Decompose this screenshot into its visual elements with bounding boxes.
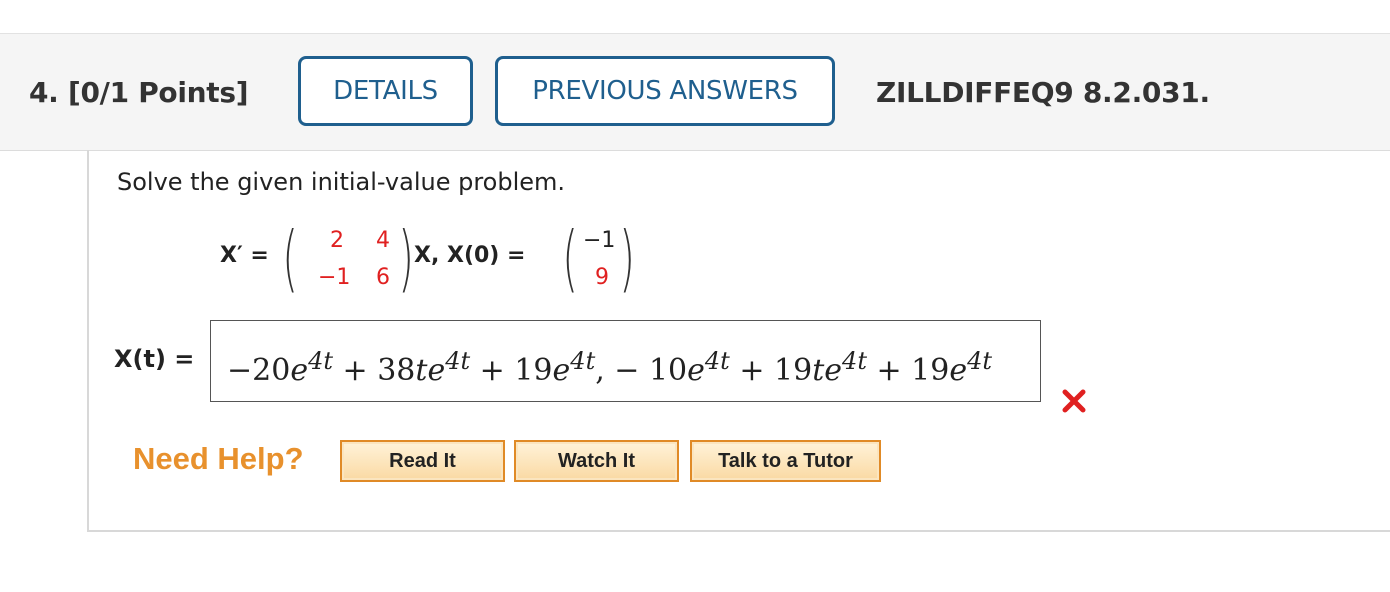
problem-instruction: Solve the given initial-value problem. — [117, 168, 566, 196]
matrix-entry: 4 — [376, 228, 390, 253]
equation-lhs: X′ = — [220, 243, 269, 268]
matrix-entry: 2 — [330, 228, 344, 253]
answer-value: −20e4t + 38te4t + 19e4t, − 10e4t + 19te4… — [227, 346, 993, 388]
answer-label-text: X(t) = — [114, 345, 195, 373]
need-help-label: Need Help? — [133, 441, 304, 476]
exponent: 4t — [704, 346, 730, 375]
matrix-right-paren-icon: ) — [398, 216, 414, 300]
previous-answers-button[interactable]: PREVIOUS ANSWERS — [495, 56, 835, 126]
vector-left-paren-icon: ( — [562, 216, 578, 300]
exponent: 4t — [842, 346, 867, 375]
vector-entry: −1 — [583, 228, 616, 253]
details-button[interactable]: DETAILS — [298, 56, 473, 126]
matrix-entry: −1 — [318, 265, 351, 290]
equation-mid: X, X(0) = — [414, 243, 526, 268]
exponent: 4t — [967, 346, 993, 375]
answer-label: X(t) = — [114, 345, 194, 373]
vector-right-paren-icon: ) — [619, 216, 635, 300]
talk-to-tutor-button[interactable]: Talk to a Tutor — [690, 440, 881, 482]
read-it-button[interactable]: Read It — [340, 440, 505, 482]
exponent: 4t — [308, 346, 333, 375]
question-label: 4. [0/1 Points] — [29, 76, 249, 109]
vector-entry: 9 — [595, 265, 609, 290]
problem-code: ZILLDIFFEQ9 8.2.031. — [876, 76, 1210, 109]
watch-it-button[interactable]: Watch It — [514, 440, 679, 482]
question-header: 4. [0/1 Points] DETAILS PREVIOUS ANSWERS… — [0, 33, 1390, 151]
answer-field[interactable]: −20e4t + 38te4t + 19e4t, − 10e4t + 19te4… — [210, 320, 1041, 402]
matrix-entry: 6 — [376, 265, 390, 290]
matrix-left-paren-icon: ( — [282, 216, 298, 300]
exponent: 4t — [570, 346, 596, 375]
x-mark-icon — [1062, 389, 1086, 413]
exponent: 4t — [445, 346, 471, 375]
